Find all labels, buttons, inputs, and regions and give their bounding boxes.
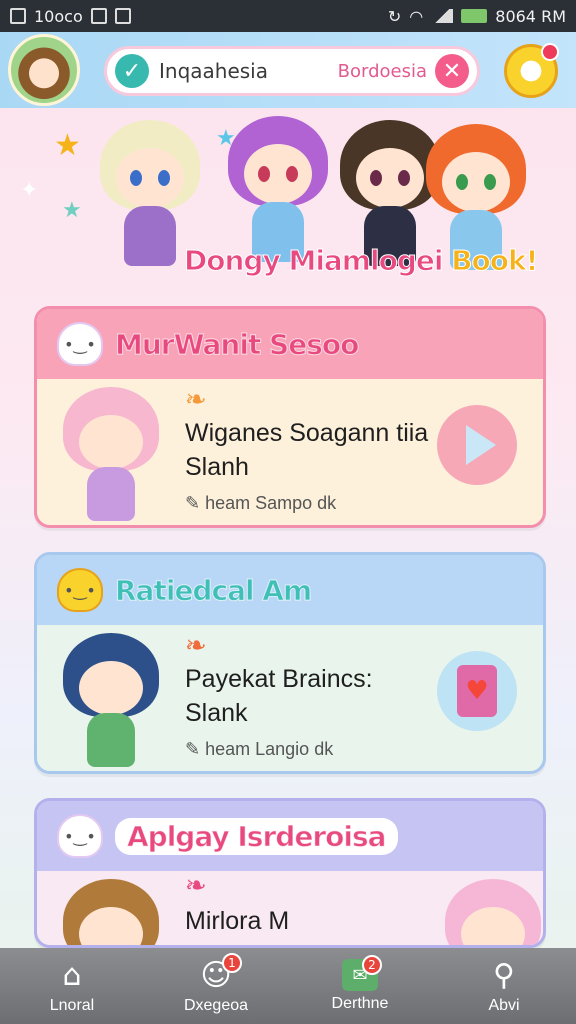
card-line-2: Slank [185,699,248,727]
app-icon [90,8,107,24]
hero-title-book: Book! [451,244,539,278]
card-title: MurWanit Sesoo [114,327,359,361]
sync-icon: ↻ [387,6,402,26]
status-time: 8064 RM [495,6,566,26]
notification-icon [10,8,26,24]
star-icon: ★ [54,128,81,163]
hero-banner: ★ ✦ ★ ★ Dongy Miamlogei Book! [0,108,576,298]
character-pink-cat [437,879,543,945]
check-icon[interactable]: ✓ [115,54,149,88]
notification-badge: 1 [222,953,242,973]
nav-label: Derthne [331,995,389,1012]
character-brown-hair [55,879,167,945]
battery-icon [461,9,488,23]
notification-flower-icon[interactable] [504,43,559,98]
avatar[interactable] [8,34,80,106]
card-title: Aplgay Isrderoisa [115,817,398,855]
story-card-1[interactable]: •‿• MurWanit Sesoo ❧ Wiganes Soagann tii… [34,306,546,528]
card-line-1: Mirlora M [185,907,290,935]
signal-icon [431,9,454,23]
card-header: •‿• Aplgay Isrderoisa [37,801,543,871]
card-header: •‿• MurWanit Sesoo [37,309,543,379]
card-body: ❧ Payekat Braincs: Slank ✎ heam Langio d… [37,625,543,771]
hero-title: Dongy Miamlogei Book! [183,244,539,278]
nav-label: Abvi [488,997,520,1014]
card-body: ❧ Mirlora M [37,871,543,945]
search-bar[interactable]: ✓ Inqaahesia Bordoesia ✕ [104,46,480,96]
card-line-2: Slanh [185,453,249,481]
sparkle-icon: ✦ [20,178,39,203]
play-button[interactable] [437,405,517,485]
bottom-nav: ⌂ Lnoral ☺ 1 Dxegeoa ✉ 2 Derthne ⚲ Abvi [0,948,576,1024]
image-icon [114,8,131,24]
leaf-icon: ❧ [185,871,207,901]
favorite-button[interactable]: ♥ [437,651,517,731]
notification-badge: 2 [362,955,382,975]
leaf-icon: ❧ [185,385,207,415]
nav-home[interactable]: ⌂ Lnoral [12,957,132,1015]
search-tag[interactable]: Bordoesia [338,61,427,82]
nav-search[interactable]: ⚲ Abvi [444,957,564,1015]
search-icon: ⚲ [493,957,515,993]
nav-discover[interactable]: ☺ 1 Dxegeoa [156,953,276,1015]
leaf-icon: ❧ [185,631,207,661]
card-title: Ratiedcal Am [114,573,312,607]
chick-icon: •‿• [57,568,103,612]
card-meta: ✎ heam Sampo dk [185,493,337,513]
star-icon: ★ [62,198,82,223]
card-line-1: Wiganes Soagann tiia [185,419,429,447]
close-icon[interactable]: ✕ [435,54,469,88]
edit-icon: ✎ [185,739,201,759]
nav-label: Lnoral [49,997,95,1014]
card-meta: ✎ heam Langio dk [185,739,334,759]
edit-icon: ✎ [185,493,201,513]
card-header: •‿• Ratiedcal Am [37,555,543,625]
ghost-icon: •‿• [57,814,103,858]
ghost-icon: •‿• [57,322,103,366]
character-pink-hair [55,387,167,523]
character-blue-hair [55,633,167,769]
card-body: ❧ Wiganes Soagann tiia Slanh ✎ heam Samp… [37,379,543,525]
home-icon: ⌂ [62,957,82,993]
nav-label: Dxegeoa [183,997,249,1014]
card-line-1: Payekat Braincs: [185,665,373,693]
search-input[interactable]: Inqaahesia [159,59,268,83]
play-icon [466,425,496,465]
heart-icon: ♥ [457,665,497,717]
wifi-icon: ◠ [409,6,424,26]
story-card-2[interactable]: •‿• Ratiedcal Am ❧ Payekat Braincs: Slan… [34,552,546,774]
hero-title-main: Dongy Miamlogei [183,244,443,278]
app-header: ✓ Inqaahesia Bordoesia ✕ [0,32,576,108]
status-left-text: 10oco [34,6,83,26]
story-card-3[interactable]: •‿• Aplgay Isrderoisa ❧ Mirlora M [34,798,546,948]
nav-chat[interactable]: ✉ 2 Derthne [300,955,420,1013]
status-bar: 10oco ↻ ◠ 8064 RM [0,0,576,32]
